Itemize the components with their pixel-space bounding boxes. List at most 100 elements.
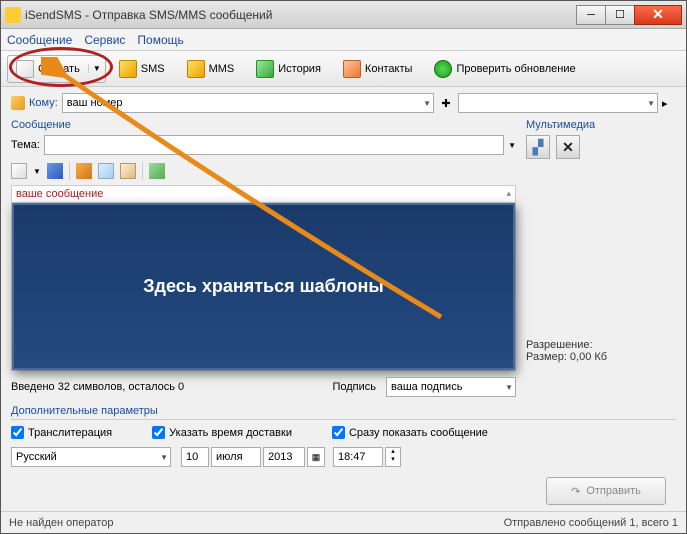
extra-params-label: Дополнительные параметры: [11, 405, 676, 420]
day-value: 10: [186, 451, 198, 463]
app-icon: [5, 7, 21, 23]
remove-media-button[interactable]: ✕: [556, 135, 580, 159]
date-picker[interactable]: 10 июля 2013 ▦ 18:47 ▴▾: [181, 447, 401, 467]
gateway-combo[interactable]: ▼: [458, 93, 658, 113]
editor-toolbar: ▼: [11, 159, 516, 183]
to-field[interactable]: ваш номер ▼: [62, 93, 434, 113]
template-icon[interactable]: [149, 163, 165, 179]
theme-dropdown-icon[interactable]: ▼: [508, 141, 516, 150]
theme-input[interactable]: [44, 135, 504, 155]
chevron-down-icon[interactable]: ▼: [88, 64, 101, 73]
dropdown-icon: ▼: [505, 383, 513, 392]
contacts-label: Контакты: [365, 63, 413, 75]
minimize-button[interactable]: ─: [576, 5, 606, 25]
mms-button[interactable]: MMS: [178, 55, 244, 83]
contacts-button[interactable]: Контакты: [334, 55, 422, 83]
update-label: Проверить обновление: [456, 63, 575, 75]
show-now-check[interactable]: Сразу показать сообщение: [332, 426, 488, 439]
history-label: История: [278, 63, 321, 75]
year-value: 2013: [268, 451, 292, 463]
sms-button[interactable]: SMS: [110, 55, 174, 83]
check-update-button[interactable]: Проверить обновление: [425, 55, 584, 83]
cut-icon[interactable]: [76, 163, 92, 179]
translit-check[interactable]: Транслитерация: [11, 426, 112, 439]
create-label: Создать: [38, 63, 80, 75]
dropdown-icon: ▼: [160, 453, 168, 462]
message-body[interactable]: Здесь храняться шаблоны: [11, 202, 516, 371]
contacts-icon: [343, 60, 361, 78]
mms-label: MMS: [209, 63, 235, 75]
save-icon[interactable]: [47, 163, 63, 179]
sms-icon: [119, 60, 137, 78]
shownow-label: Сразу показать сообщение: [349, 427, 488, 439]
multimedia-label: Мультимедиа: [526, 119, 676, 131]
separator: [69, 162, 70, 180]
toolbar: Создать ▼ SMS MMS История Контакты Прове…: [1, 51, 686, 87]
send-icon: ↷: [571, 485, 580, 498]
message-label: Сообщение: [11, 119, 516, 131]
globe-icon: [434, 60, 452, 78]
close-button[interactable]: ✕: [634, 5, 682, 25]
mms-icon: [187, 60, 205, 78]
eraser-dd[interactable]: ▼: [33, 167, 41, 176]
dropdown-icon: ▼: [423, 99, 431, 108]
create-button[interactable]: Создать ▼: [7, 55, 106, 83]
scroll-up-icon[interactable]: ▴: [506, 188, 511, 200]
to-icon: [11, 96, 25, 110]
new-icon: [16, 60, 34, 78]
size-label: Размер: 0,00 Кб: [526, 351, 676, 363]
annotation-tooltip: Здесь храняться шаблоны: [12, 203, 515, 370]
shownow-checkbox[interactable]: [332, 426, 345, 439]
statusbar: Не найден оператор Отправлено сообщений …: [1, 511, 686, 533]
dropdown-icon: ▼: [647, 99, 655, 108]
status-right: Отправлено сообщений 1, всего 1: [504, 517, 678, 529]
to-label: Кому:: [29, 97, 58, 109]
delivery-time-check[interactable]: Указать время доставки: [152, 426, 292, 439]
paste-icon[interactable]: [120, 163, 136, 179]
settings-icon[interactable]: ▸: [662, 97, 676, 110]
delivery-label: Указать время доставки: [169, 427, 292, 439]
spin-down-icon[interactable]: ▾: [391, 456, 395, 464]
menu-service[interactable]: Сервис: [84, 33, 125, 47]
send-label: Отправить: [586, 485, 641, 497]
titlebar: iSendSMS - Отправка SMS/MMS сообщений ─ …: [1, 1, 686, 29]
theme-label: Тема:: [11, 139, 40, 151]
eraser-icon[interactable]: [11, 163, 27, 179]
time-value: 18:47: [338, 451, 366, 463]
add-recipient-icon[interactable]: ✚: [438, 97, 454, 110]
add-media-button[interactable]: ▞: [526, 135, 550, 159]
content-area: Кому: ваш номер ▼ ✚ ▼ ▸ Сообщение Тема: …: [1, 87, 686, 511]
sms-label: SMS: [141, 63, 165, 75]
image-icon: ▞: [533, 139, 544, 156]
translit-checkbox[interactable]: [11, 426, 24, 439]
separator: [142, 162, 143, 180]
language-combo[interactable]: Русский ▼: [11, 447, 171, 467]
history-icon: [256, 60, 274, 78]
signature-combo[interactable]: ваша подпись ▼: [386, 377, 516, 397]
delete-icon: ✕: [562, 139, 574, 156]
spin-up-icon[interactable]: ▴: [391, 448, 395, 456]
address-bar: Кому: ваш номер ▼ ✚ ▼ ▸: [11, 93, 676, 113]
status-left: Не найден оператор: [9, 517, 113, 529]
copy-icon[interactable]: [98, 163, 114, 179]
resolution-label: Разрешение:: [526, 339, 676, 351]
message-placeholder: ваше сообщение: [16, 188, 103, 200]
menu-message[interactable]: Сообщение: [7, 33, 72, 47]
window-title: iSendSMS - Отправка SMS/MMS сообщений: [25, 8, 577, 22]
menu-help[interactable]: Помощь: [137, 33, 183, 47]
menubar: Сообщение Сервис Помощь: [1, 29, 686, 51]
char-counter: Введено 32 символов, осталось 0: [11, 381, 322, 393]
month-value: июля: [216, 451, 243, 463]
language-value: Русский: [16, 451, 57, 463]
annotation-text: Здесь храняться шаблоны: [143, 276, 383, 297]
delivery-checkbox[interactable]: [152, 426, 165, 439]
signature-value: ваша подпись: [391, 381, 462, 393]
signature-label: Подпись: [332, 381, 376, 393]
calendar-icon[interactable]: ▦: [312, 452, 321, 463]
maximize-button[interactable]: ☐: [605, 5, 635, 25]
translit-label: Транслитерация: [28, 427, 112, 439]
message-header: ваше сообщение ▴: [11, 185, 516, 202]
to-value: ваш номер: [67, 97, 123, 109]
history-button[interactable]: История: [247, 55, 330, 83]
send-button[interactable]: ↷ Отправить: [546, 477, 666, 505]
